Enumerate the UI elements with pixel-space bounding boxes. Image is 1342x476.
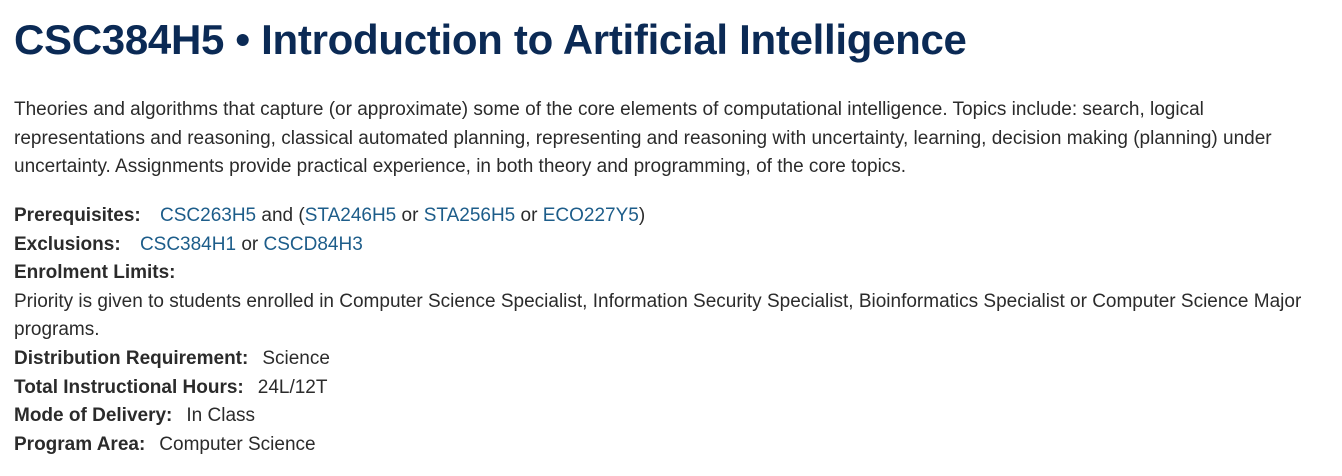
program-area-row: Program Area: Computer Science [14,431,1338,460]
course-description: Theories and algorithms that capture (or… [14,99,1272,177]
hours-label: Total Instructional Hours: [14,376,244,398]
prereq-text-close: ) [638,205,646,226]
distribution-value: Science [262,347,330,369]
exclusions-row: Exclusions: CSC384H1 or CSCD84H3 [14,231,1338,260]
delivery-value: In Class [186,405,256,427]
prereq-link-csc263h5[interactable]: CSC263H5 [160,205,256,226]
prereq-link-sta256h5[interactable]: STA256H5 [424,205,516,226]
enrolment-label: Enrolment Limits: [14,262,176,284]
exclusions-label: Exclusions: [14,233,121,255]
program-area-label: Program Area: [14,433,146,455]
exclusion-link-csc384h1[interactable]: CSC384H1 [140,234,236,255]
delivery-label: Mode of Delivery: [14,405,173,427]
prereq-text-and: and ( [261,205,305,226]
prereq-text-or-2: or [520,205,538,226]
hours-row: Total Instructional Hours: 24L/12T [14,374,1338,403]
prereq-link-sta246h5[interactable]: STA246H5 [305,205,397,226]
prereq-link-eco227y5[interactable]: ECO227Y5 [543,205,639,226]
course-details: Prerequisites: CSC263H5 and (STA246H5 or… [14,202,1338,459]
distribution-label: Distribution Requirement: [14,347,249,369]
prereq-text-or-1: or [401,205,419,226]
enrolment-text: Priority is given to students enrolled i… [14,290,1302,341]
exclusion-text-or: or [241,233,259,255]
enrolment-label-row: Enrolment Limits: [14,259,1338,288]
prerequisites-label: Prerequisites: [14,205,141,226]
exclusion-link-cscd84h3[interactable]: CSCD84H3 [264,234,363,255]
delivery-row: Mode of Delivery: In Class [14,402,1338,431]
prerequisites-row: Prerequisites: CSC263H5 and (STA246H5 or… [14,202,1338,231]
course-title: CSC384H5 • Introduction to Artificial In… [14,16,967,63]
program-area-value: Computer Science [159,433,316,455]
distribution-row: Distribution Requirement: Science [14,345,1338,374]
hours-value: 24L/12T [257,376,328,398]
